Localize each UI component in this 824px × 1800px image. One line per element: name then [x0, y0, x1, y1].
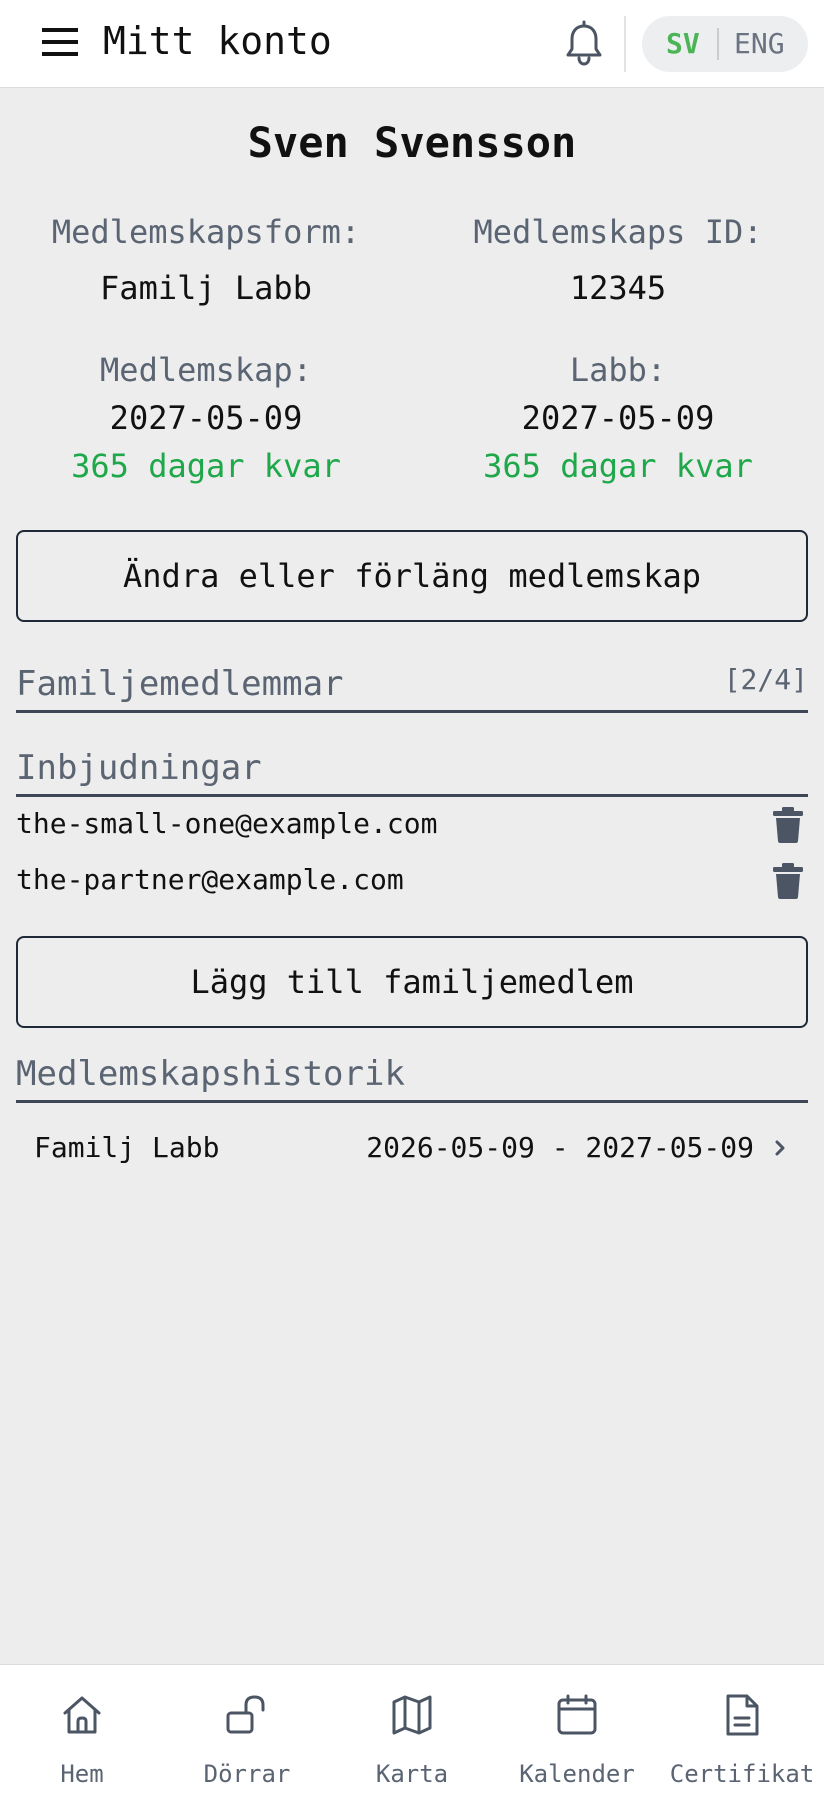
family-members-divider — [16, 710, 808, 713]
top-bar: Mitt konto SV ENG — [0, 0, 824, 88]
invitation-email: the-partner@example.com — [16, 863, 404, 896]
account-page: Mitt konto SV ENG Sven Svensson Medlemsk… — [0, 0, 824, 1800]
nav-map-label: Karta — [375, 1760, 449, 1788]
family-members-count: [2/4] — [723, 663, 808, 696]
language-separator — [717, 28, 719, 60]
nav-calendar-label: Kalender — [519, 1760, 635, 1788]
nav-calendar[interactable]: Kalender — [495, 1665, 659, 1800]
nav-certificates-label: Certifikat — [669, 1760, 815, 1788]
membership-type-value: Familj Labb — [100, 269, 312, 307]
language-eng[interactable]: ENG — [734, 28, 785, 60]
calendar-icon — [557, 1694, 597, 1735]
language-sv[interactable]: SV — [666, 28, 700, 60]
member-name: Sven Svensson — [247, 118, 577, 167]
invitation-email: the-small-one@example.com — [16, 807, 438, 840]
lab-days-left: 365 dagar kvar — [483, 447, 753, 485]
trash-icon[interactable] — [772, 862, 804, 900]
nav-certificates[interactable]: Certifikat — [660, 1665, 824, 1800]
invitations-divider — [16, 794, 808, 797]
membership-type-label: Medlemskapsform: — [51, 213, 361, 251]
nav-doors[interactable]: Dörrar — [165, 1665, 329, 1800]
membership-history-divider — [16, 1100, 808, 1103]
document-icon — [726, 1694, 759, 1736]
nav-home[interactable]: Hem — [0, 1665, 164, 1800]
history-row[interactable]: Familj Labb 2026-05-09 - 2027-05-09 — [16, 1124, 808, 1174]
header-divider — [624, 16, 626, 72]
membership-id-value: 12345 — [569, 269, 667, 307]
invitations-title: Inbjudningar — [16, 748, 262, 788]
history-period: 2026-05-09 - 2027-05-09 — [366, 1131, 754, 1164]
language-toggle: SV ENG — [642, 16, 808, 72]
lab-label: Labb: — [569, 351, 667, 389]
history-membership-type: Familj Labb — [34, 1131, 220, 1164]
trash-icon[interactable] — [772, 806, 804, 844]
map-icon — [392, 1695, 432, 1735]
membership-days-left: 365 dagar kvar — [71, 447, 341, 485]
lab-expiry-date: 2027-05-09 — [521, 399, 715, 437]
add-family-member-button[interactable]: Lägg till familjemedlem — [16, 936, 808, 1028]
unlock-icon — [226, 1695, 265, 1734]
nav-map[interactable]: Karta — [330, 1665, 494, 1800]
bell-icon[interactable] — [562, 20, 606, 68]
membership-label: Medlemskap: — [100, 351, 312, 389]
chevron-right-icon — [770, 1137, 790, 1159]
page-title: Mitt konto — [103, 19, 332, 63]
membership-id-label: Medlemskaps ID: — [473, 213, 763, 251]
home-icon — [63, 1696, 101, 1734]
nav-doors-label: Dörrar — [203, 1760, 291, 1788]
nav-home-label: Hem — [60, 1760, 104, 1788]
membership-history-title: Medlemskapshistorik — [16, 1054, 405, 1094]
change-membership-button[interactable]: Ändra eller förläng medlemskap — [16, 530, 808, 622]
membership-expiry-date: 2027-05-09 — [109, 399, 303, 437]
family-members-title: Familjemedlemmar — [16, 664, 344, 704]
bottom-navigation: Hem Dörrar Karta Kalender Certifikat — [0, 1664, 824, 1800]
hamburger-menu-icon[interactable] — [40, 22, 80, 62]
